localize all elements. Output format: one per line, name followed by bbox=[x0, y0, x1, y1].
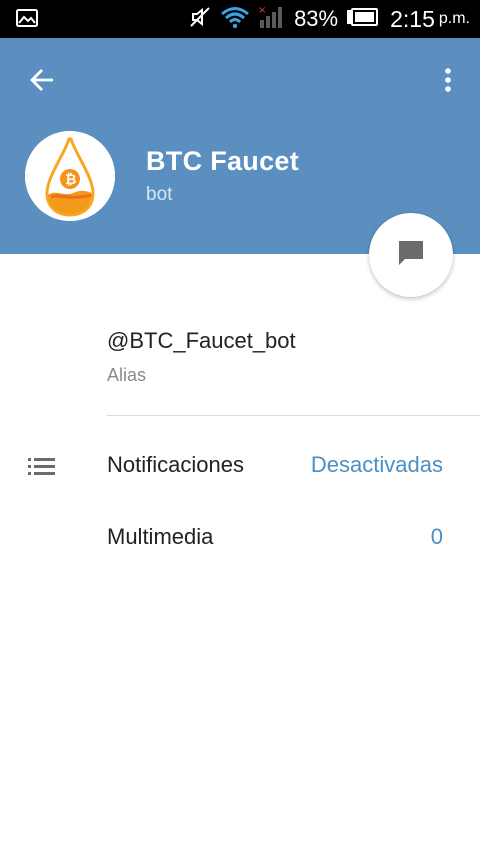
chat-bubble-icon bbox=[395, 237, 427, 274]
notifications-label: Notificaciones bbox=[107, 452, 244, 477]
media-label: Multimedia bbox=[107, 524, 214, 549]
battery-icon bbox=[346, 7, 379, 31]
profile-subtitle: bot bbox=[146, 184, 173, 205]
username-caption: Alias bbox=[107, 365, 147, 385]
more-vert-icon bbox=[444, 67, 452, 98]
media-count: 0 bbox=[430, 524, 443, 549]
list-icon bbox=[28, 456, 56, 481]
back-arrow-icon bbox=[29, 68, 55, 97]
wifi-icon bbox=[220, 5, 250, 34]
media-row[interactable]: Multimedia 0 bbox=[0, 508, 480, 568]
send-message-button[interactable] bbox=[369, 213, 453, 297]
more-options-button[interactable] bbox=[436, 62, 460, 102]
gallery-notification-icon bbox=[16, 9, 38, 32]
status-bar: × 83% 2:15 p.m. bbox=[0, 0, 480, 38]
notifications-value: Desactivadas bbox=[310, 452, 443, 477]
back-button[interactable] bbox=[22, 62, 62, 102]
battery-percent: 83% bbox=[294, 6, 339, 31]
svg-text:×: × bbox=[258, 5, 266, 16]
mute-icon bbox=[188, 5, 212, 34]
username[interactable]: @BTC_Faucet_bot bbox=[107, 328, 296, 354]
signal-icon: × bbox=[258, 4, 286, 35]
profile-title: BTC Faucet bbox=[146, 146, 300, 176]
clock-ampm: p.m. bbox=[438, 10, 470, 27]
svg-text:₿: ₿ bbox=[65, 172, 76, 188]
clock-time: 2:15 bbox=[390, 5, 435, 32]
notifications-row[interactable]: Notificaciones Desactivadas bbox=[0, 436, 480, 496]
divider bbox=[107, 415, 480, 416]
avatar[interactable]: ₿ bbox=[25, 131, 115, 221]
bitcoin-drop-logo-icon: ₿ bbox=[25, 131, 115, 221]
